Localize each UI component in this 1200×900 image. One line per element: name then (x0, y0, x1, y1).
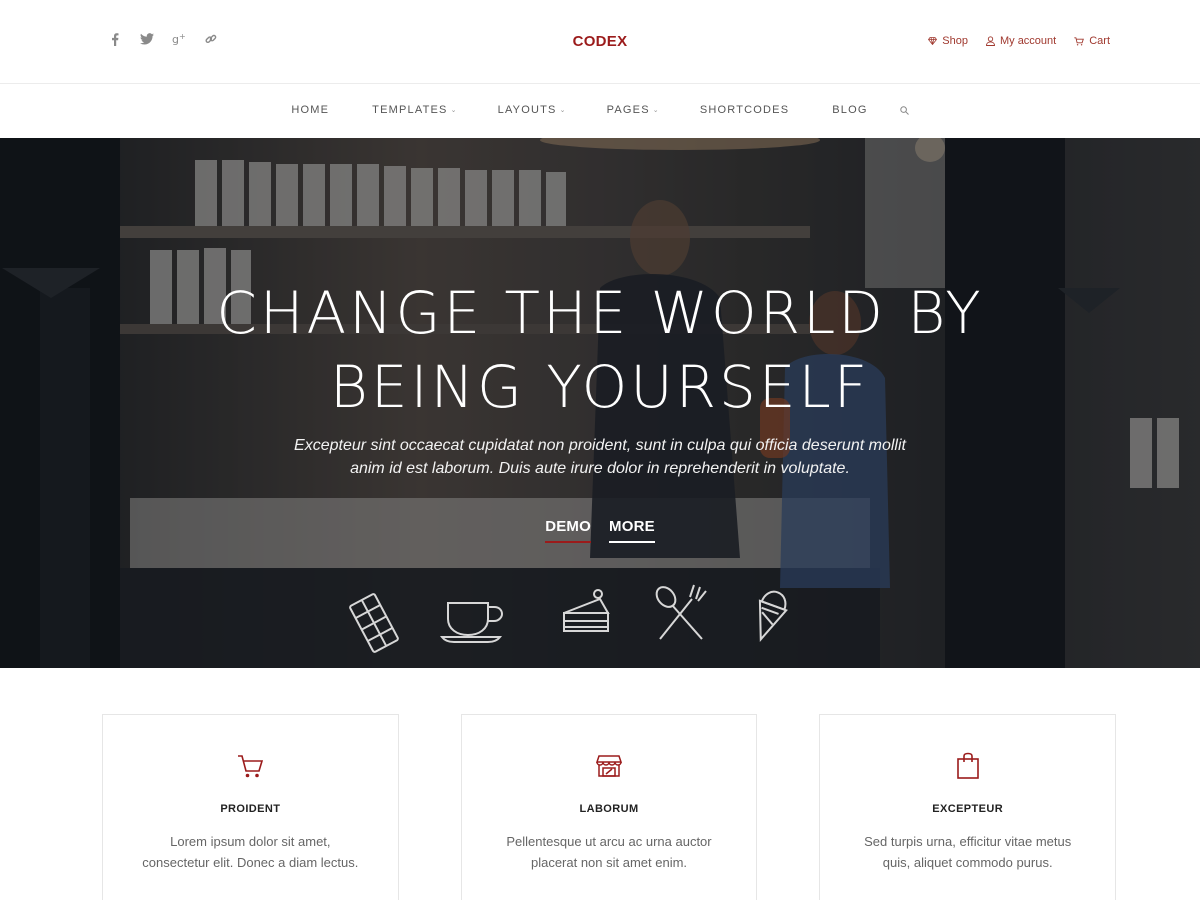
coffee-cup-icon (440, 602, 504, 643)
hero-icon-row (340, 583, 800, 663)
card-text-line: Lorem ipsum dolor sit amet, (170, 834, 331, 849)
cart-icon (1074, 36, 1085, 46)
feature-cards: PROIDENT Lorem ipsum dolor sit amet, con… (102, 714, 1117, 900)
shop-link-label: Shop (942, 35, 968, 47)
nav-item-label: TEMPLATES (372, 104, 448, 116)
feature-card: LABORUM Pellentesque ut arcu ac urna auc… (460, 714, 758, 900)
card-text-line: Pellentesque ut arcu ac urna auctor (506, 834, 712, 849)
nav-item-home[interactable]: HOME (291, 104, 329, 116)
card-text-line: placerat non sit amet enim. (530, 855, 688, 870)
feature-card: EXCEPTEUR Sed turpis urna, efficitur vit… (819, 714, 1117, 900)
ice-cream-icon (758, 590, 788, 642)
card-title: LABORUM (579, 803, 639, 815)
chevron-down-icon: ⌄ (559, 107, 567, 114)
shopping-cart-icon (235, 751, 265, 781)
more-button[interactable]: MORE (609, 518, 655, 543)
card-text-line: Sed turpis urna, efficitur vitae metus (864, 834, 1072, 849)
hero-title-line: CHANGE THE WORLD BY (216, 279, 984, 347)
card-text: Lorem ipsum dolor sit amet, consectetur … (103, 831, 398, 873)
nav-item-label: PAGES (606, 104, 650, 116)
fork-spoon-icon (655, 584, 707, 640)
hero-subtitle-line: anim id est laborum. Duis aute irure dol… (350, 460, 850, 477)
storefront-icon (594, 751, 624, 781)
nav-item-label: HOME (291, 104, 330, 116)
shop-link[interactable]: Shop (928, 35, 968, 47)
hero-subtitle-line: Excepteur sint occaecat cupidatat non pr… (294, 437, 906, 454)
cart-link-label: Cart (1089, 35, 1110, 47)
top-bar: g + CODEX Shop My account Cart (0, 0, 1200, 84)
feature-card: PROIDENT Lorem ipsum dolor sit amet, con… (102, 714, 399, 900)
card-text: Pellentesque ut arcu ac urna auctor plac… (462, 831, 757, 873)
user-icon (986, 36, 995, 46)
my-account-label: My account (999, 35, 1057, 47)
card-title: EXCEPTEUR (932, 803, 1004, 815)
nav-item-templates[interactable]: TEMPLATES ⌄ (372, 104, 457, 116)
card-text-line: consectetur elit. Donec a diam lectus. (142, 855, 359, 870)
cart-link[interactable]: Cart (1074, 35, 1110, 47)
hero-title-line: BEING YOURSELF (329, 353, 871, 421)
nav-item-blog[interactable]: BLOG (832, 104, 867, 116)
cake-slice-icon (563, 589, 610, 632)
hero-buttons: DEMO MORE (0, 518, 1200, 543)
nav-item-shortcodes[interactable]: SHORTCODES (700, 104, 789, 116)
my-account-link[interactable]: My account (986, 35, 1056, 47)
chocolate-bar-icon (349, 593, 399, 653)
main-navigation: HOME TEMPLATES ⌄ LAYOUTS ⌄ PAGES ⌄ SHORT… (0, 84, 1200, 138)
hero-title: CHANGE THE WORLD BY BEING YOURSELF (0, 276, 1200, 424)
search-icon[interactable] (899, 105, 909, 115)
hero-subtitle: Excepteur sint occaecat cupidatat non pr… (0, 434, 1200, 480)
demo-button[interactable]: DEMO (545, 518, 591, 543)
card-text: Sed turpis urna, efficitur vitae metus q… (820, 831, 1115, 873)
chevron-down-icon: ⌄ (450, 107, 458, 114)
account-links: Shop My account Cart (928, 35, 1110, 47)
nav-item-label: BLOG (832, 104, 868, 116)
nav-item-label: SHORTCODES (699, 104, 790, 116)
card-text-line: quis, aliquet commodo purus. (882, 855, 1053, 870)
nav-item-label: LAYOUTS (497, 104, 557, 116)
hero-banner: CHANGE THE WORLD BY BEING YOURSELF Excep… (0, 138, 1200, 668)
shopping-bag-icon (953, 751, 983, 781)
nav-item-layouts[interactable]: LAYOUTS ⌄ (498, 104, 567, 116)
diamond-icon (928, 37, 938, 45)
chevron-down-icon: ⌄ (652, 107, 660, 114)
card-title: PROIDENT (220, 803, 281, 815)
nav-item-pages[interactable]: PAGES ⌄ (607, 104, 660, 116)
